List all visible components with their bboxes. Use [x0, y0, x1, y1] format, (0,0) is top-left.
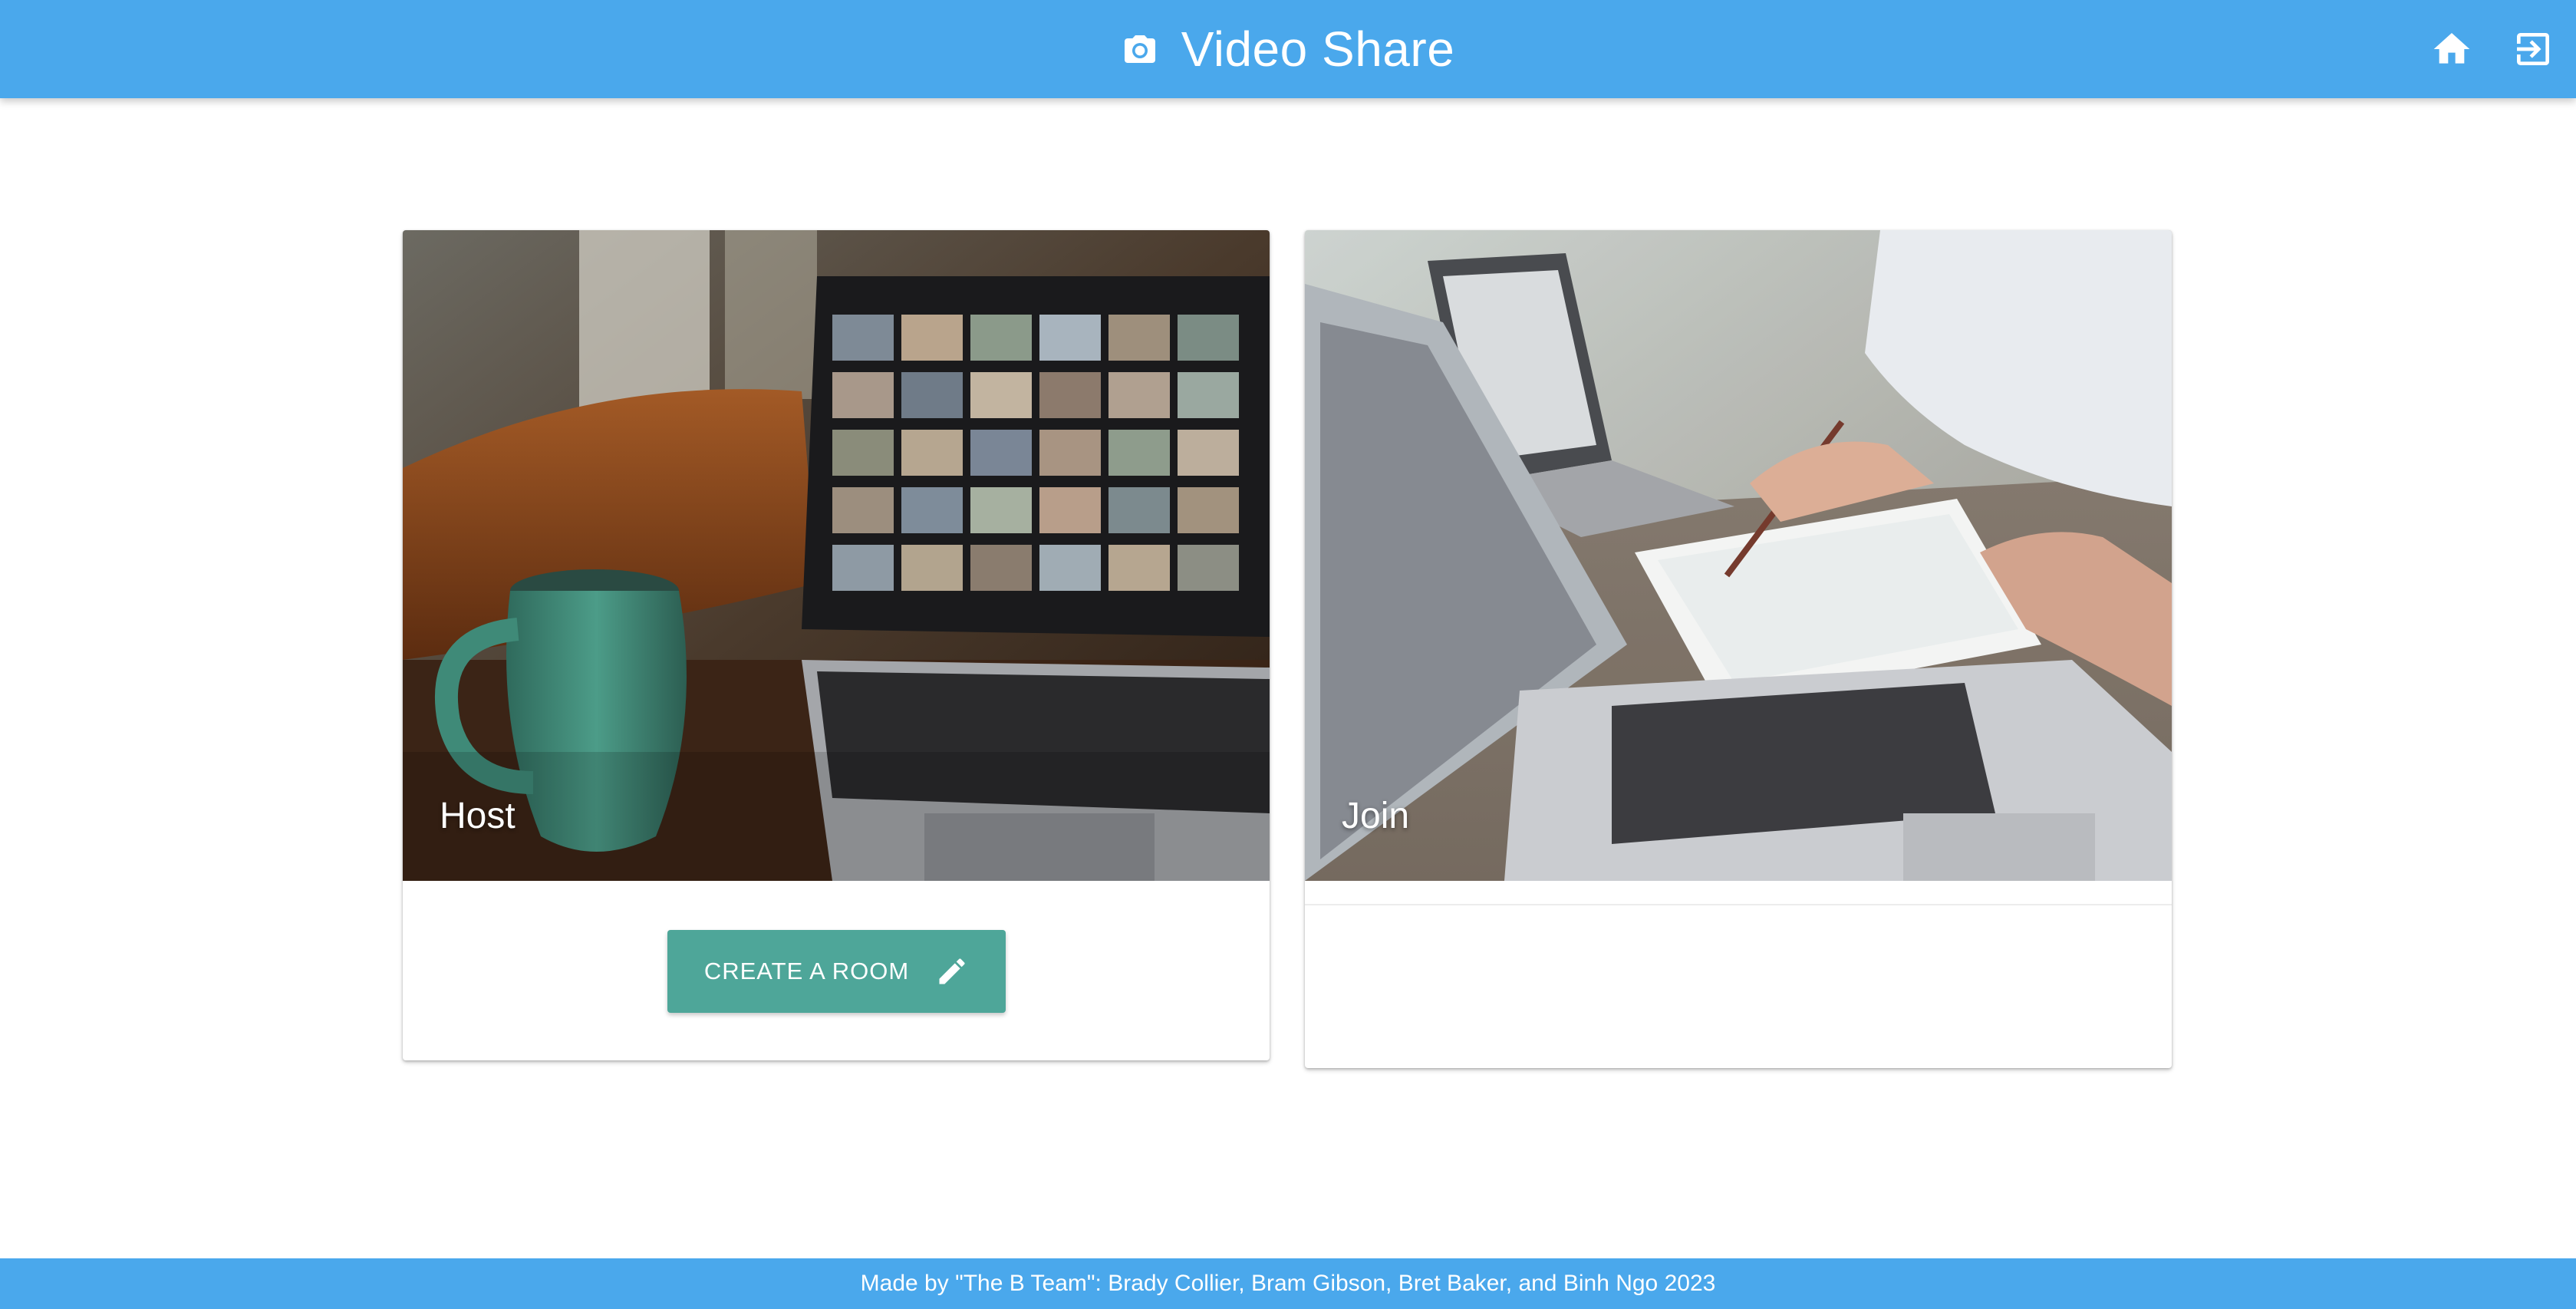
top-navbar: Video Share: [0, 0, 2576, 98]
pencil-icon: [935, 955, 969, 988]
join-card-image: Join: [1305, 230, 2172, 881]
create-room-button[interactable]: CREATE A ROOM: [667, 930, 1006, 1013]
footer-credits: Made by "The B Team": Brady Collier, Bra…: [860, 1271, 1716, 1296]
app-title: Video Share: [1181, 21, 1455, 77]
host-title: Host: [440, 796, 516, 836]
camera-icon: [1122, 31, 1158, 68]
join-card: Join: [1305, 230, 2172, 1068]
join-title: Join: [1342, 796, 1410, 836]
divider: [1305, 904, 2172, 905]
host-card: Host CREATE A ROOM: [403, 230, 1270, 1060]
footer: Made by "The B Team": Brady Collier, Bra…: [0, 1258, 2576, 1309]
logout-icon[interactable]: [2512, 28, 2555, 71]
create-room-label: CREATE A ROOM: [703, 958, 910, 984]
home-icon[interactable]: [2430, 28, 2473, 71]
host-card-image: Host: [403, 230, 1270, 881]
brand[interactable]: Video Share: [0, 0, 2576, 98]
